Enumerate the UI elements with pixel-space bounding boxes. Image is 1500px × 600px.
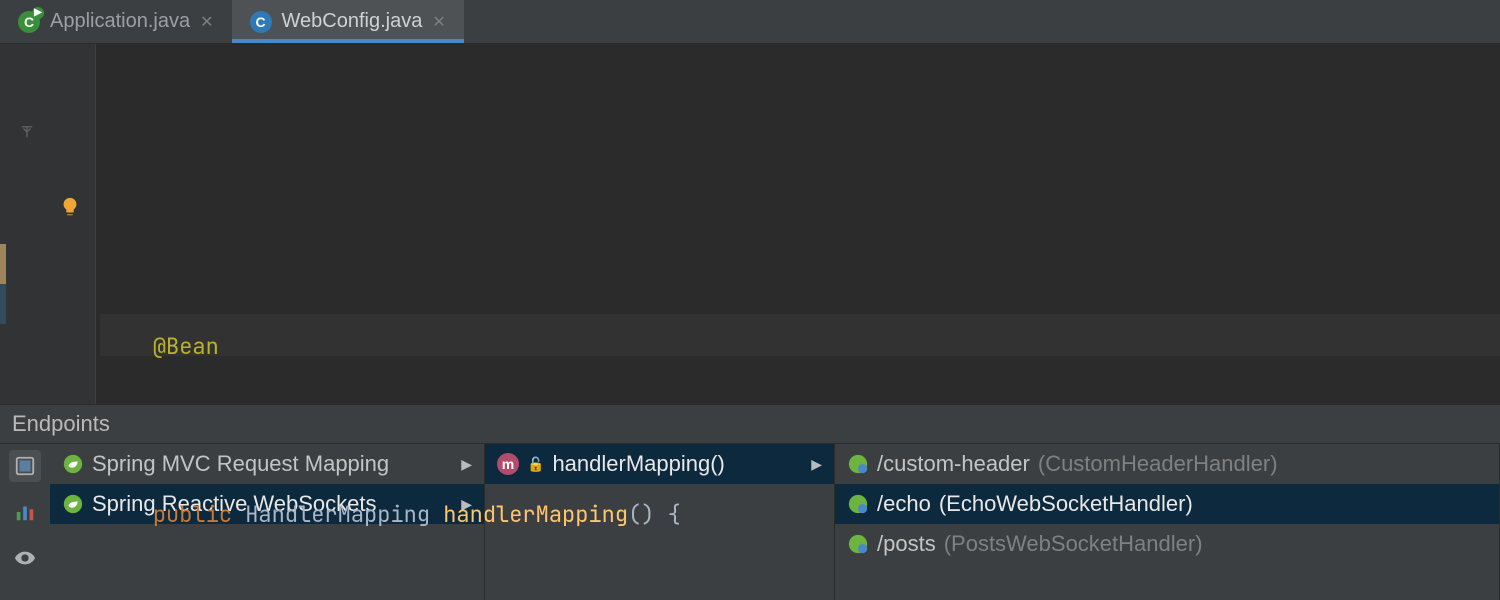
tab-webconfig-java[interactable]: C WebConfig.java ✕ (232, 0, 464, 43)
spring-web-icon (847, 453, 869, 475)
tab-label: Application.java (50, 10, 190, 33)
chevron-right-icon: ▶ (461, 456, 472, 473)
editor-tabbar: C Application.java ✕ C WebConfig.java ✕ (0, 0, 1500, 44)
endpoint-path: /custom-header (877, 451, 1030, 477)
endpoint-category-label: Spring MVC Request Mapping (92, 451, 389, 477)
visibility-icon[interactable] (9, 542, 41, 574)
lock-icon: 🔓 (527, 456, 544, 473)
code-area[interactable]: @Bean public HandlerMapping handlerMappi… (96, 44, 1500, 404)
endpoint-handler: CustomHeaderHandler (1045, 451, 1270, 476)
endpoint-category-item[interactable]: Spring MVC Request Mapping ▶ (50, 444, 484, 484)
panel-tool-strip (0, 444, 50, 600)
endpoint-method-item[interactable]: m 🔓 handlerMapping() ▶ (485, 444, 834, 484)
change-marker (0, 244, 6, 284)
java-class-icon: C (250, 11, 272, 33)
spring-icon (62, 493, 84, 515)
tab-label: WebConfig.java (282, 10, 423, 33)
editor-gutter[interactable] (0, 44, 96, 404)
lightbulb-icon[interactable] (59, 196, 81, 218)
method-icon: m (497, 453, 519, 475)
tab-application-java[interactable]: C Application.java ✕ (0, 0, 232, 43)
chevron-right-icon: ▶ (811, 456, 822, 473)
view-mode-icon[interactable] (9, 450, 41, 482)
chart-icon[interactable] (9, 496, 41, 528)
fold-icon[interactable] (20, 122, 34, 136)
close-icon[interactable]: ✕ (432, 12, 445, 32)
spring-web-icon (847, 533, 869, 555)
spring-icon (62, 453, 84, 475)
endpoint-method-label: handlerMapping() (552, 451, 724, 477)
panel-title: Endpoints (12, 411, 110, 437)
close-icon[interactable]: ✕ (200, 12, 213, 32)
code-annotation: @Bean (153, 332, 219, 361)
change-marker (0, 284, 6, 324)
endpoint-item[interactable]: /custom-header (CustomHeaderHandler) (835, 444, 1499, 484)
java-run-icon: C (18, 11, 40, 33)
editor: @Bean public HandlerMapping handlerMappi… (0, 44, 1500, 404)
